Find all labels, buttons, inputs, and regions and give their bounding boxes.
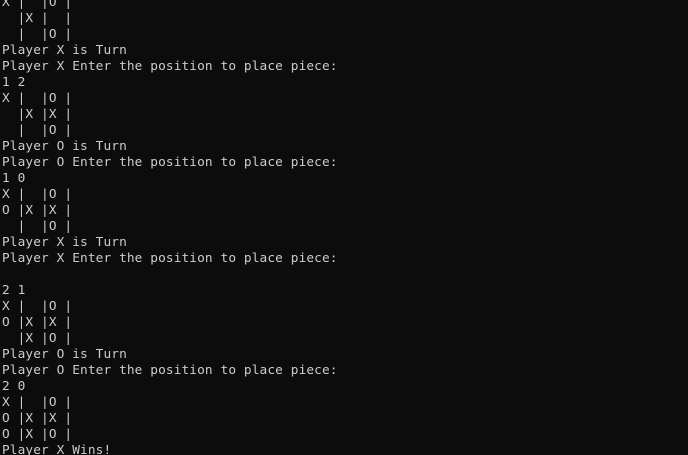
console-line: O |X |X | xyxy=(2,315,73,330)
console-line: Player X Wins! xyxy=(2,443,112,455)
console-line: X | |O | xyxy=(2,0,73,10)
console-line: Player O Enter the position to place pie… xyxy=(2,363,338,378)
console-line: 2 0 xyxy=(2,379,26,394)
console-line: X | |O | xyxy=(2,395,73,410)
console-line: Player O is Turn xyxy=(2,347,127,362)
console-line: Player X Enter the position to place pie… xyxy=(2,59,338,74)
console-line: | |O | xyxy=(2,27,73,42)
console-line: X | |O | xyxy=(2,187,73,202)
console-line: X | |O | xyxy=(2,299,73,314)
console-line: 1 2 xyxy=(2,75,26,90)
console-line: | |O | xyxy=(2,219,73,234)
console-line: |X |X | xyxy=(2,107,73,122)
console-line: O |X |X | xyxy=(2,411,73,426)
console-line: Player X is Turn xyxy=(2,43,127,58)
console-line: | |O | xyxy=(2,123,73,138)
console-line: Player X Enter the position to place pie… xyxy=(2,251,338,266)
console-line: Player X is Turn xyxy=(2,235,127,250)
console-line: |X | | xyxy=(2,11,73,26)
console-line: Player O Enter the position to place pie… xyxy=(2,155,338,170)
console-line: 1 0 xyxy=(2,171,26,186)
console-line: Player O is Turn xyxy=(2,139,127,154)
console-line: O |X |O | xyxy=(2,427,73,442)
console-line: X | |O | xyxy=(2,91,73,106)
console-line: O |X |X | xyxy=(2,203,73,218)
console-window[interactable]: X | |O | |X | | | |O | Player X is Turn … xyxy=(0,0,688,455)
console-line: |X |O | xyxy=(2,331,73,346)
console-line: 2 1 xyxy=(2,283,26,298)
console-output: X | |O | |X | | | |O | Player X is Turn … xyxy=(2,0,338,455)
